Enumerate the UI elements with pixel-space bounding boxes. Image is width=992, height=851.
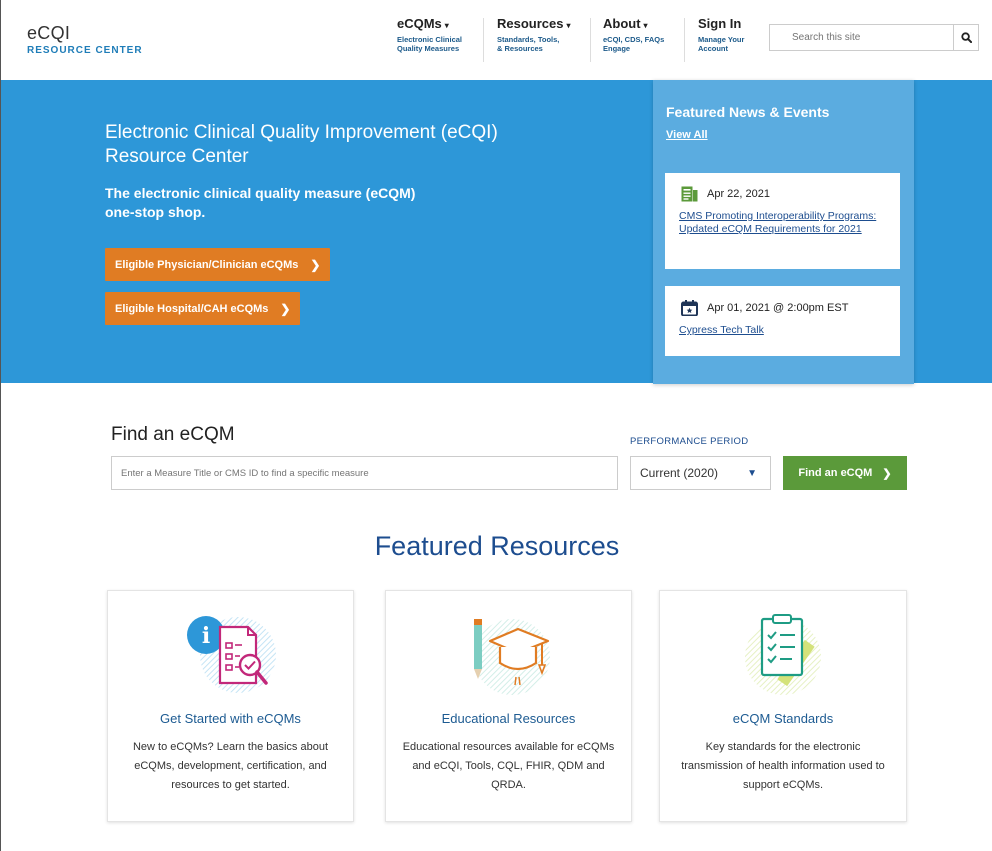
event-date: Apr 01, 2021 @ 2:00pm EST	[707, 302, 849, 314]
featured-news-panel: Featured News & Events View All Apr 22, …	[653, 80, 914, 384]
nav-sign-in-title: Sign In	[698, 16, 742, 31]
chevron-down-icon: ▼	[747, 468, 757, 479]
resource-card-educational[interactable]: Educational Resources Educational resour…	[385, 590, 632, 822]
eligible-physician-button[interactable]: Eligible Physician/Clinician eCQMs ❯	[105, 248, 331, 281]
search-button[interactable]	[953, 25, 978, 50]
search-icon	[960, 32, 972, 43]
logo-text-top: eCQI	[27, 23, 71, 43]
nav-ecqms-title: eCQMs	[397, 16, 442, 31]
performance-period-label: PERFORMANCE PERIOD	[630, 436, 749, 447]
event-link[interactable]: Cypress Tech Talk	[679, 324, 879, 337]
find-ecqm-button[interactable]: Find an eCQM ❯	[783, 456, 907, 490]
site-header: eCQI RESOURCE CENTER eCQMs ▾ Electronic C…	[1, 0, 992, 80]
nav-resources-sub2: & Resources	[497, 44, 543, 53]
nav-resources[interactable]: Resources ▾ Standards, Tools, & Resources	[497, 16, 571, 53]
clipboard-checklist-icon	[745, 614, 821, 695]
news-item: Apr 22, 2021 CMS Promoting Interoperabil…	[665, 173, 900, 269]
hero-title: Electronic Clinical Quality Improvement …	[105, 122, 498, 167]
nav-sign-in-sub1: Manage Your	[698, 35, 745, 44]
card-art	[386, 605, 631, 705]
newspaper-icon	[681, 186, 698, 202]
performance-period-select[interactable]: Current (2020) ▼	[630, 456, 771, 490]
resource-card-standards[interactable]: eCQM Standards Key standards for the ele…	[659, 590, 907, 822]
card-title: Get Started with eCQMs	[160, 711, 301, 726]
chevron-down-icon: ▾	[643, 21, 648, 30]
eligible-hospital-button[interactable]: Eligible Hospital/CAH eCQMs ❯	[105, 292, 301, 325]
chevron-down-icon: ▾	[444, 21, 449, 30]
svg-text:i: i	[201, 623, 209, 649]
site-logo[interactable]: eCQI RESOURCE CENTER	[27, 24, 143, 56]
site-search	[769, 24, 979, 51]
hero-subtitle: The electronic clinical quality measure …	[105, 185, 416, 220]
card-art: i	[108, 605, 353, 705]
nav-ecqms-sub1: Electronic Clinical	[397, 35, 463, 44]
featured-resources-title: Featured Resources	[374, 531, 620, 561]
nav-divider	[684, 18, 685, 62]
chevron-right-icon: ❯	[310, 257, 321, 272]
news-link[interactable]: CMS Promoting Interoperability Programs:…	[679, 210, 879, 236]
card-title: Educational Resources	[441, 711, 576, 726]
nav-ecqms-sub2: Quality Measures	[397, 44, 460, 53]
chevron-down-icon: ▾	[566, 21, 571, 30]
graduation-cap-pencil-icon	[473, 619, 550, 695]
nav-about-sub2: Engage	[603, 44, 631, 53]
eligible-physician-label: Eligible Physician/Clinician eCQMs	[115, 258, 299, 271]
logo-text-bottom: RESOURCE CENTER	[27, 45, 143, 56]
nav-resources-sub1: Standards, Tools,	[497, 35, 560, 44]
nav-about[interactable]: About ▾ eCQI, CDS, FAQs Engage	[603, 16, 664, 53]
calendar-icon	[681, 300, 698, 316]
card-title: eCQM Standards	[732, 711, 834, 726]
event-item: Apr 01, 2021 @ 2:00pm EST Cypress Tech T…	[665, 286, 900, 356]
nav-divider	[483, 18, 484, 62]
news-view-all-link[interactable]: View All	[666, 129, 708, 141]
chevron-right-icon: ❯	[882, 467, 892, 480]
card-art	[660, 605, 906, 705]
measure-search-input[interactable]	[111, 456, 618, 490]
nav-divider	[590, 18, 591, 62]
nav-about-sub1: eCQI, CDS, FAQs	[603, 35, 665, 44]
chevron-right-icon: ❯	[280, 301, 291, 316]
performance-period-value: Current (2020)	[640, 466, 719, 480]
nav-sign-in-sub2: Account	[698, 44, 728, 53]
news-title: Featured News & Events	[666, 104, 830, 120]
nav-sign-in[interactable]: Sign In Manage Your Account	[698, 16, 744, 53]
news-date: Apr 22, 2021	[707, 188, 770, 200]
card-description: New to eCQMs? Learn the basics about eCQ…	[132, 741, 329, 791]
nav-ecqms[interactable]: eCQMs ▾ Electronic Clinical Quality Measur…	[397, 16, 462, 53]
find-ecqm-button-label: Find an eCQM	[798, 467, 873, 479]
nav-resources-title: Resources	[497, 16, 564, 31]
card-description: Key standards for the electronic transmi…	[681, 741, 885, 791]
nav-about-title: About	[603, 16, 641, 31]
info-document-magnifier-icon: i	[186, 616, 276, 693]
site-search-input[interactable]	[770, 25, 954, 50]
page: eCQI RESOURCE CENTER eCQMs ▾ Electronic C…	[0, 0, 992, 851]
resource-card-get-started[interactable]: i Get Started with eCQMs New to eCQMs? L…	[107, 590, 354, 822]
find-ecqm-title: Find an eCQM	[111, 424, 235, 445]
eligible-hospital-label: Eligible Hospital/CAH eCQMs	[115, 302, 269, 315]
card-description: Educational resources available for eCQM…	[402, 741, 615, 791]
